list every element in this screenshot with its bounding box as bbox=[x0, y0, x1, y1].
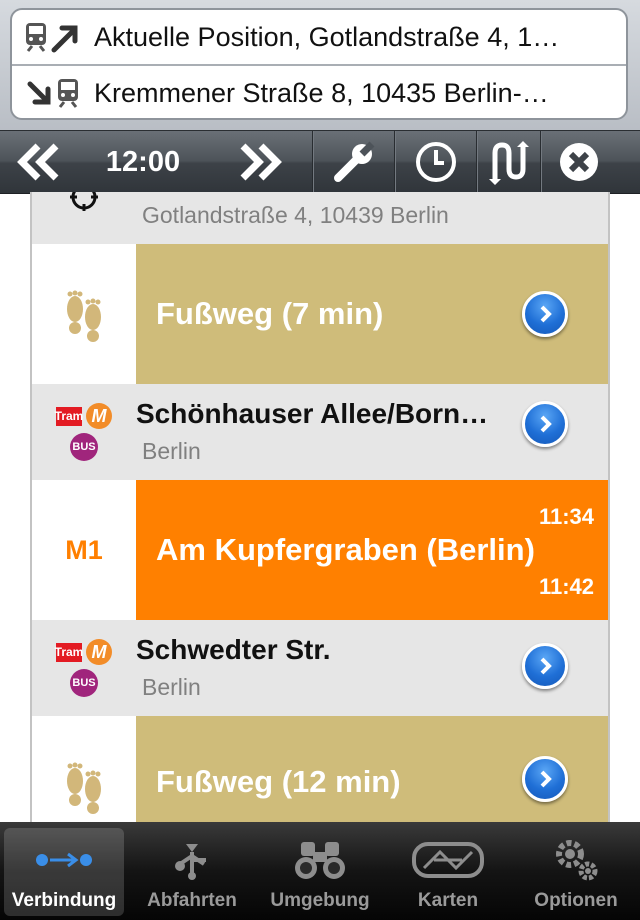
departures-icon bbox=[170, 836, 214, 884]
tram-icon: Tram bbox=[55, 406, 83, 426]
walk-duration: Fußweg (7 min) bbox=[156, 296, 384, 331]
tab-label: Verbindung bbox=[11, 890, 117, 911]
earlier-button[interactable] bbox=[0, 131, 78, 193]
chevron-right-icon[interactable] bbox=[522, 756, 568, 802]
tab-label: Optionen bbox=[534, 890, 618, 911]
later-button[interactable] bbox=[208, 131, 312, 193]
tab-karten[interactable]: Karten bbox=[384, 822, 512, 920]
stop-row[interactable]: Tram M BUS Schönhauser Allee/Born… Berli… bbox=[32, 384, 608, 480]
chevron-right-icon[interactable] bbox=[522, 643, 568, 689]
time-display[interactable]: 12:00 bbox=[78, 146, 208, 179]
tab-label: Umgebung bbox=[270, 890, 370, 911]
transport-modes-icon: Tram M BUS bbox=[32, 620, 136, 716]
stop-city: Berlin bbox=[142, 674, 201, 700]
walk-duration: Fußweg (12 min) bbox=[156, 764, 401, 799]
toolbar: 12:00 bbox=[0, 130, 640, 194]
swap-button[interactable] bbox=[478, 131, 540, 193]
close-icon bbox=[560, 143, 598, 181]
route-header: Aktuelle Position, Gotlandstraße 4, 1… K… bbox=[0, 0, 640, 130]
chevron-right-icon[interactable] bbox=[522, 401, 568, 447]
wrench-icon bbox=[334, 141, 375, 182]
arrival-time: 11:42 bbox=[538, 574, 594, 599]
footprints-icon bbox=[32, 244, 136, 384]
start-location-row[interactable]: Gotlandstraße 4, 10439 Berlin bbox=[32, 192, 608, 244]
metro-icon: M bbox=[86, 639, 112, 665]
metro-icon: M bbox=[86, 403, 112, 429]
destination-text: Kremmener Straße 8, 10435 Berlin-… bbox=[94, 77, 549, 108]
bus-icon: BUS bbox=[70, 669, 98, 697]
stop-name: Schwedter Str. bbox=[136, 634, 331, 665]
earlier-icon bbox=[17, 143, 59, 181]
gears-icon bbox=[552, 836, 600, 884]
chevron-right-icon[interactable] bbox=[522, 291, 568, 337]
connection-icon bbox=[34, 836, 94, 884]
line-label-col: M1 bbox=[32, 480, 136, 620]
origin-icon bbox=[12, 20, 94, 54]
close-button[interactable] bbox=[542, 131, 616, 193]
binoculars-icon bbox=[291, 836, 349, 884]
clock-icon bbox=[416, 142, 456, 182]
transport-modes-icon: Tram M BUS bbox=[32, 384, 136, 480]
connection-details-list: Gotlandstraße 4, 10439 Berlin Fußweg (7 … bbox=[30, 192, 610, 822]
tab-label: Karten bbox=[417, 890, 479, 911]
line-label: M1 bbox=[65, 534, 103, 565]
start-address: Gotlandstraße 4, 10439 Berlin bbox=[142, 202, 449, 228]
tab-bar: Verbindung Abfahrten Umgebung Karten Opt… bbox=[0, 822, 640, 920]
ride-segment-row[interactable]: M1 11:34 Am Kupfergraben (Berlin) 11:42 bbox=[32, 480, 608, 620]
settings-button[interactable] bbox=[314, 131, 394, 193]
origin-text: Aktuelle Position, Gotlandstraße 4, 1… bbox=[94, 21, 560, 52]
tab-abfahrten[interactable]: Abfahrten bbox=[128, 822, 256, 920]
location-target-icon bbox=[32, 192, 136, 244]
map-icon bbox=[410, 836, 486, 884]
origin-field[interactable]: Aktuelle Position, Gotlandstraße 4, 1… bbox=[12, 10, 626, 66]
tab-verbindung[interactable]: Verbindung bbox=[0, 822, 128, 920]
destination-icon bbox=[12, 76, 94, 110]
tab-optionen[interactable]: Optionen bbox=[512, 822, 640, 920]
tab-label: Abfahrten bbox=[147, 890, 237, 911]
stop-name: Schönhauser Allee/Born… bbox=[136, 398, 489, 429]
time-button[interactable] bbox=[396, 131, 476, 193]
walk-segment-row[interactable]: Fußweg (7 min) bbox=[32, 244, 608, 384]
swap-icon bbox=[489, 141, 529, 185]
tab-umgebung[interactable]: Umgebung bbox=[256, 822, 384, 920]
stop-city: Berlin bbox=[142, 438, 201, 464]
walk-segment-row[interactable]: Fußweg (12 min) bbox=[32, 716, 608, 822]
destination-field[interactable]: Kremmener Straße 8, 10435 Berlin-… bbox=[12, 66, 626, 118]
ride-destination: Am Kupfergraben (Berlin) bbox=[156, 532, 535, 567]
later-icon bbox=[240, 143, 282, 181]
bus-icon: BUS bbox=[70, 433, 98, 461]
route-fields: Aktuelle Position, Gotlandstraße 4, 1… K… bbox=[10, 8, 628, 120]
stop-row[interactable]: Tram M BUS Schwedter Str. Berlin bbox=[32, 620, 608, 716]
footprints-icon bbox=[32, 716, 136, 822]
departure-time: 11:34 bbox=[538, 504, 594, 529]
tram-icon: Tram bbox=[55, 642, 83, 662]
